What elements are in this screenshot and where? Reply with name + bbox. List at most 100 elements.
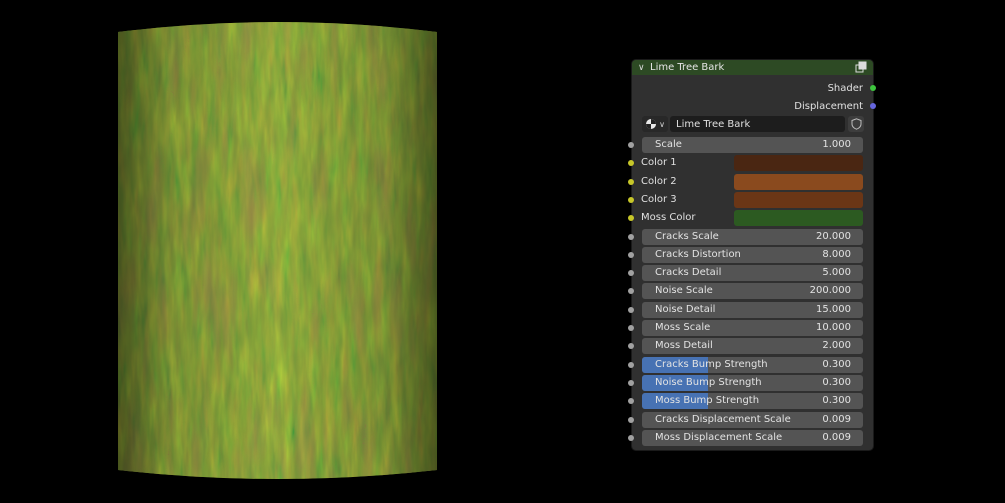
input-socket[interactable] [628,142,634,148]
slider-value: 15.000 [816,303,851,315]
slider-label: Noise Detail [655,303,716,315]
slider-value: 0.300 [822,376,851,388]
color-swatch[interactable] [734,191,863,208]
input-row: Color 2 [628,173,873,191]
input-row: Cracks Scale 20.000 [628,228,873,246]
slider-value: 0.009 [822,413,851,425]
input-row: Cracks Distortion 8.000 [628,246,873,264]
input-socket[interactable] [628,288,634,295]
slider-value: 0.009 [822,431,851,443]
slider-value: 2.000 [822,340,851,352]
input-row: Noise Detail 15.000 [628,301,873,319]
node-group-icon[interactable] [855,61,867,73]
input-socket[interactable] [628,361,634,368]
shield-icon [851,118,861,130]
input-socket[interactable] [628,379,634,386]
value-slider[interactable]: Noise Scale 200.000 [642,283,863,300]
input-label: Color 3 [641,193,677,205]
input-socket[interactable] [628,251,634,258]
slider-label: Cracks Bump Strength [655,358,768,370]
value-slider[interactable]: Noise Bump Strength 0.300 [642,374,863,391]
node-group-name-field[interactable]: Lime Tree Bark [670,116,845,132]
value-slider[interactable]: Cracks Bump Strength 0.300 [642,356,863,373]
color-swatch[interactable] [734,173,863,190]
output-socket[interactable] [870,85,876,91]
value-slider[interactable]: Moss Displacement Scale 0.009 [642,429,863,446]
input-socket[interactable] [628,416,634,423]
browse-node-group-button[interactable]: ∨ [642,116,668,132]
output-shader: Shader [827,79,876,97]
input-row: Scale 1.000 [628,136,873,154]
slider-label: Noise Bump Strength [655,376,762,388]
input-label: Color 2 [641,175,677,187]
input-socket[interactable] [628,178,634,185]
slider-label: Moss Displacement Scale [655,431,783,443]
input-socket[interactable] [628,160,634,167]
input-row: Cracks Displacement Scale 0.009 [628,411,873,429]
value-slider[interactable]: Noise Detail 15.000 [642,301,863,318]
slider-label: Cracks Detail [655,267,722,279]
input-socket[interactable] [628,343,634,350]
value-slider[interactable]: Moss Detail 2.000 [642,338,863,355]
value-slider[interactable]: Cracks Scale 20.000 [642,228,863,245]
input-socket[interactable] [628,434,634,441]
output-label: Shader [827,82,863,94]
input-socket[interactable] [628,215,634,222]
slider-label: Noise Scale [655,285,713,297]
value-slider[interactable]: Moss Scale 10.000 [642,320,863,336]
input-socket[interactable] [628,306,634,313]
value-slider[interactable]: Scale 1.000 [642,137,863,153]
input-row: Moss Bump Strength 0.300 [628,392,873,410]
input-row: Color 1 [628,154,873,172]
chevron-down-icon[interactable]: ∨ [638,63,650,73]
value-slider[interactable]: Cracks Distortion 8.000 [642,246,863,263]
slider-label: Cracks Scale [655,230,719,242]
input-socket[interactable] [628,398,634,405]
slider-value: 200.000 [809,285,851,297]
color-swatch[interactable] [734,155,863,172]
slider-value: 20.000 [816,230,851,242]
node-group-selector: ∨ Lime Tree Bark [642,115,864,133]
color-swatch[interactable] [734,210,863,227]
bark-cylinder-render [118,22,437,479]
input-socket[interactable] [628,270,634,277]
value-slider[interactable]: Cracks Detail 5.000 [642,265,863,282]
input-row: Noise Scale 200.000 [628,282,873,300]
output-displacement: Displacement [794,97,876,115]
input-socket[interactable] [628,196,634,203]
input-row: Moss Scale 10.000 [628,319,873,337]
slider-value: 1.000 [822,139,851,150]
output-label: Displacement [794,100,863,112]
input-row: Moss Displacement Scale 0.009 [628,429,873,447]
input-row: Cracks Bump Strength 0.300 [628,356,873,374]
node-group-panel[interactable]: ∨ Lime Tree Bark Shader Displacement ∨ L… [628,60,876,450]
input-row: Noise Bump Strength 0.300 [628,374,873,392]
input-row: Cracks Detail 5.000 [628,264,873,282]
input-socket[interactable] [628,325,634,331]
slider-label: Moss Scale [655,322,711,333]
slider-value: 10.000 [816,322,851,333]
slider-label: Cracks Distortion [655,248,741,260]
input-socket[interactable] [628,233,634,240]
value-slider[interactable]: Moss Bump Strength 0.300 [642,393,863,410]
input-row: Color 3 [628,191,873,209]
slider-value: 8.000 [822,248,851,260]
3d-viewport[interactable] [0,0,600,503]
input-row: Moss Detail 2.000 [628,337,873,355]
value-slider[interactable]: Cracks Displacement Scale 0.009 [642,411,863,428]
slider-label: Scale [655,139,682,150]
slider-label: Cracks Displacement Scale [655,413,791,425]
input-label: Color 1 [641,157,677,169]
fake-user-button[interactable] [848,116,864,132]
slider-value: 0.300 [822,358,851,370]
chevron-down-icon: ∨ [659,119,665,129]
output-socket[interactable] [870,103,876,109]
input-label: Moss Color [641,212,696,224]
slider-value: 5.000 [822,267,851,279]
slider-value: 0.300 [822,395,851,407]
material-sphere-icon [646,119,657,129]
node-header[interactable]: ∨ Lime Tree Bark [632,60,873,75]
node-title: Lime Tree Bark [650,62,725,73]
slider-label: Moss Bump Strength [655,395,760,407]
input-row: Moss Color [628,209,873,227]
